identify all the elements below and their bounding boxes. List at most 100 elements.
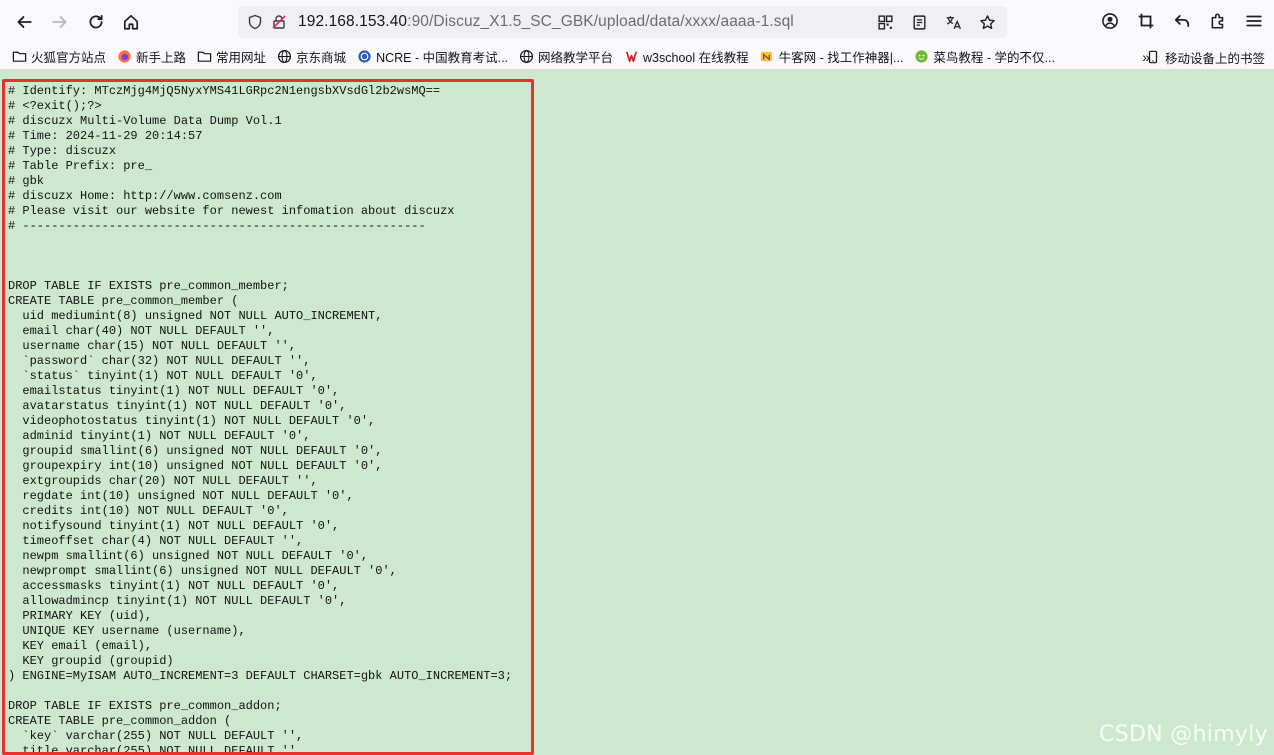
globe-icon: [518, 48, 534, 64]
sql-line: regdate int(10) unsigned NOT NULL DEFAUL…: [8, 489, 354, 503]
bookmark-item[interactable]: 牛客网 - 找工作神器|...: [754, 44, 909, 68]
screenshot-button[interactable]: [1130, 5, 1162, 37]
qr-code-button[interactable]: [873, 10, 897, 34]
firefox-icon: [116, 48, 132, 64]
url-bar[interactable]: 192.168.153.40:90/Discuz_X1.5_SC_GBK/upl…: [238, 6, 1007, 38]
sql-line: UNIQUE KEY username (username),: [8, 624, 246, 638]
mobile-bookmarks-label: 移动设备上的书签: [1164, 51, 1265, 66]
bookmark-label: 火狐官方站点: [31, 50, 107, 65]
bookmark-item[interactable]: NCRE - 中国教育考试...: [351, 44, 513, 68]
sql-line: PRIMARY KEY (uid),: [8, 609, 153, 623]
sql-line: DROP TABLE IF EXISTS pre_common_addon;: [8, 699, 282, 713]
sql-line: # discuzx Multi-Volume Data Dump Vol.1: [8, 114, 282, 128]
bookmarks-list: 火狐官方站点 新手上路 常用网址 京东商城 NCRE - 中国教育考试... 网络教学平台…: [6, 44, 1060, 68]
reload-button[interactable]: [80, 6, 112, 38]
sql-line: timeoffset char(4) NOT NULL DEFAULT '',: [8, 534, 304, 548]
sql-line: # Type: discuzx: [8, 144, 117, 158]
sql-line: `key` varchar(255) NOT NULL DEFAULT '',: [8, 729, 304, 743]
sql-line: credits int(10) NOT NULL DEFAULT '0',: [8, 504, 289, 518]
bookmark-item[interactable]: 京东商城: [271, 44, 351, 68]
bookmark-item[interactable]: 网络教学平台: [513, 44, 618, 68]
menu-button[interactable]: [1238, 5, 1270, 37]
bookmark-label: 牛客网 - 找工作神器|...: [778, 50, 904, 65]
arrow-left-icon: [17, 16, 32, 28]
url-path: :90/Discuz_X1.5_SC_GBK/upload/data/xxxx/…: [407, 13, 794, 30]
nowcoder-icon: [759, 48, 775, 64]
sql-line: newpm smallint(6) unsigned NOT NULL DEFA…: [8, 549, 369, 563]
mobile-bookmarks-folder[interactable]: 移动设备上的书签: [1140, 45, 1270, 69]
bookmarks-bar: 火狐官方站点 新手上路 常用网址 京东商城 NCRE - 中国教育考试... 网络教学平台…: [0, 43, 1274, 70]
undo-button[interactable]: [1166, 5, 1198, 37]
shield-icon[interactable]: [246, 13, 264, 31]
home-icon: [123, 14, 139, 30]
sql-line: groupexpiry int(10) unsigned NOT NULL DE…: [8, 459, 383, 473]
account-button[interactable]: [1094, 5, 1126, 37]
sql-line: # --------------------------------------…: [8, 219, 426, 233]
bookmark-label: 网络教学平台: [538, 50, 614, 65]
bookmark-star-button[interactable]: [975, 10, 999, 34]
reader-view-icon: [912, 14, 926, 30]
bookmark-label: w3school 在线教程: [643, 50, 749, 65]
bookmark-label: NCRE - 中国教育考试...: [376, 50, 509, 65]
bookmark-label: 京东商城: [296, 50, 347, 65]
hamburger-menu-icon: [1246, 15, 1262, 27]
bookmark-item[interactable]: 菜鸟教程 - 学的不仅...: [908, 44, 1060, 68]
sql-line: # Please visit our website for newest in…: [8, 204, 455, 218]
globe-icon: [276, 48, 292, 64]
reader-view-button[interactable]: [907, 10, 931, 34]
browser-toolbar: 192.168.153.40:90/Discuz_X1.5_SC_GBK/upl…: [0, 0, 1274, 43]
sql-line: videophotostatus tinyint(1) NOT NULL DEF…: [8, 414, 376, 428]
puzzle-icon: [1211, 13, 1224, 29]
reload-icon: [89, 14, 103, 29]
sql-dump-text: # Identify: MTczMjg4MjQ5NyxYMS41LGRpc2N1…: [8, 84, 512, 755]
ncre-icon: [356, 48, 372, 64]
sql-line: accessmasks tinyint(1) NOT NULL DEFAULT …: [8, 579, 340, 593]
forward-button[interactable]: [44, 6, 76, 38]
account-icon: [1102, 13, 1118, 29]
sql-line: KEY groupid (groupid): [8, 654, 174, 668]
sql-line: ) ENGINE=MyISAM AUTO_INCREMENT=3 DEFAULT…: [8, 669, 513, 683]
back-button[interactable]: [8, 6, 40, 38]
extensions-button[interactable]: [1202, 5, 1234, 37]
bookmark-item[interactable]: 新手上路: [111, 44, 191, 68]
sql-line: DROP TABLE IF EXISTS pre_common_member;: [8, 279, 289, 293]
sql-line: [8, 264, 512, 279]
sql-line: # Identify: MTczMjg4MjQ5NyxYMS41LGRpc2N1…: [8, 84, 441, 98]
bookmark-item[interactable]: w3school 在线教程: [618, 44, 754, 68]
sql-line: # Table Prefix: pre_: [8, 159, 153, 173]
sql-line: emailstatus tinyint(1) NOT NULL DEFAULT …: [8, 384, 340, 398]
w3school-icon: [623, 48, 639, 64]
translate-button[interactable]: [941, 10, 965, 34]
sql-line: uid mediumint(8) unsigned NOT NULL AUTO_…: [8, 309, 383, 323]
sql-line: # Time: 2024-11-29 20:14:57: [8, 129, 203, 143]
url-host: 192.168.153.40: [298, 13, 408, 30]
sql-line: groupid smallint(6) unsigned NOT NULL DE…: [8, 444, 383, 458]
sql-line: `password` char(32) NOT NULL DEFAULT '',: [8, 354, 311, 368]
sql-line: avatarstatus tinyint(1) NOT NULL DEFAULT…: [8, 399, 347, 413]
undo-icon: [1174, 15, 1190, 27]
sql-line: extgroupids char(20) NOT NULL DEFAULT ''…: [8, 474, 318, 488]
sql-line: KEY email (email),: [8, 639, 153, 653]
sql-line: email char(40) NOT NULL DEFAULT '',: [8, 324, 275, 338]
bookmark-item[interactable]: 火狐官方站点: [6, 44, 111, 68]
home-button[interactable]: [115, 6, 147, 38]
qr-code-icon: [877, 14, 893, 30]
sql-line: # <?exit();?>: [8, 99, 102, 113]
crop-icon: [1138, 13, 1154, 29]
folder-icon: [11, 48, 27, 64]
sql-line: # discuzx Home: http://www.comsenz.com: [8, 189, 282, 203]
bookmark-item[interactable]: 常用网址: [191, 44, 271, 68]
bookmark-label: 常用网址: [216, 50, 267, 65]
sql-line: username char(15) NOT NULL DEFAULT '',: [8, 339, 297, 353]
folder-icon: [196, 48, 212, 64]
sql-line: [8, 684, 512, 699]
sql-line: title varchar(255) NOT NULL DEFAULT '',: [8, 744, 304, 755]
translate-icon: [946, 15, 961, 29]
bookmark-label: 菜鸟教程 - 学的不仅...: [933, 50, 1055, 65]
url-text[interactable]: 192.168.153.40:90/Discuz_X1.5_SC_GBK/upl…: [298, 13, 794, 31]
sql-line: # gbk: [8, 174, 45, 188]
insecure-lock-icon[interactable]: [270, 13, 288, 31]
sql-line: [8, 234, 512, 249]
star-icon: [979, 14, 995, 29]
page-content: # Identify: MTczMjg4MjQ5NyxYMS41LGRpc2N1…: [0, 71, 1274, 755]
